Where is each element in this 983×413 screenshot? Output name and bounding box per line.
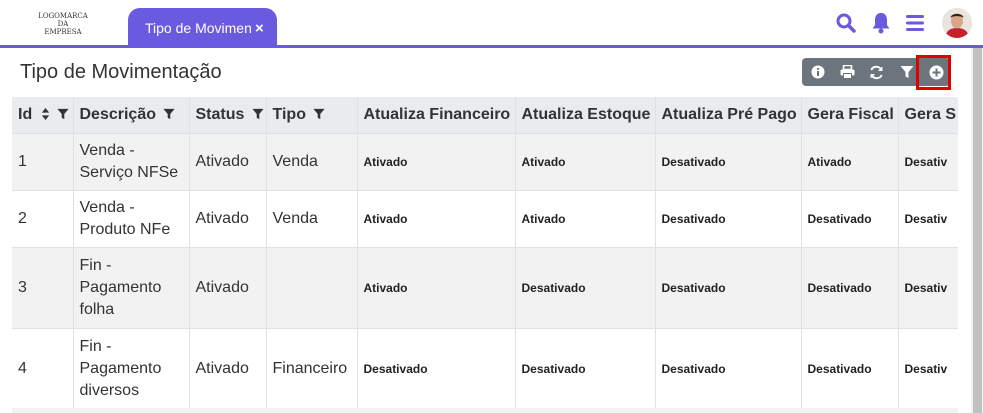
column-filter-icon[interactable] [163, 108, 176, 120]
column-header-descricao[interactable]: Descrição [73, 97, 190, 134]
column-header-atualiza-financeiro[interactable]: Atualiza Financeiro [357, 97, 516, 134]
cell-gera-s: Desativ [898, 247, 958, 329]
table-row[interactable]: 4 Fin - Pagamento diversos Ativado Finan… [12, 328, 958, 410]
cell-atualiza-pre-pago: Desativado [655, 328, 802, 410]
logo-line-1: LOGOMARCA [38, 12, 88, 20]
tab-label: Tipo de Movimentação [145, 20, 251, 36]
column-header-atualiza-pre-pago[interactable]: Atualiza Pré Pago [655, 97, 802, 134]
company-logo[interactable]: LOGOMARCA DA EMPRESA [28, 12, 98, 36]
cell-tipo: Venda [266, 190, 358, 248]
column-filter-icon[interactable] [252, 108, 264, 120]
table-row[interactable]: 1 Venda - Serviço NFSe Ativado Venda Ati… [12, 133, 958, 191]
print-button[interactable] [834, 58, 862, 86]
avatar[interactable] [942, 8, 972, 38]
column-header-tipo[interactable]: Tipo [266, 97, 358, 134]
cell-descricao: Fin - Pagamento folha [73, 247, 190, 329]
table-row-partial [12, 408, 958, 413]
table-row[interactable]: 2 Venda - Produto NFe Ativado Venda Ativ… [12, 190, 958, 248]
cell-gera-fiscal: Ativado [801, 133, 899, 191]
cell-status: Ativado [189, 328, 267, 410]
table-row[interactable]: 3 Fin - Pagamento folha Ativado Ativado … [12, 247, 958, 329]
cell-id: 2 [12, 190, 74, 248]
tab-close-icon[interactable]: × [255, 20, 264, 37]
tab-bar-underline [0, 45, 983, 48]
cell-gera-s: Desativ [898, 133, 958, 191]
cell-atualiza-financeiro: Ativado [357, 190, 516, 248]
cell-id: 4 [12, 328, 74, 410]
info-button[interactable] [804, 58, 832, 86]
cell-atualiza-estoque: Desativado [515, 247, 656, 329]
sort-icon[interactable] [41, 107, 50, 120]
cell-tipo: Financeiro [266, 328, 358, 410]
cell-atualiza-pre-pago: Desativado [655, 133, 802, 191]
cell-gera-fiscal: Desativado [801, 247, 899, 329]
cell-atualiza-financeiro: Ativado [357, 133, 516, 191]
cell-atualiza-estoque: Desativado [515, 328, 656, 410]
cell-gera-s: Desativ [898, 190, 958, 248]
cell-atualiza-pre-pago: Desativado [655, 190, 802, 248]
column-filter-icon[interactable] [57, 108, 69, 120]
cell-descricao: Venda - Serviço NFSe [73, 133, 190, 191]
cell-id: 3 [12, 247, 74, 329]
cell-tipo: Venda [266, 133, 358, 191]
column-filter-icon[interactable] [313, 108, 326, 120]
column-header-gera-fiscal[interactable]: Gera Fiscal [801, 97, 899, 134]
cell-status: Ativado [189, 247, 267, 329]
column-header-status[interactable]: Status [189, 97, 267, 134]
top-bar: LOGOMARCA DA EMPRESA Tipo de Movimentaçã… [0, 0, 983, 48]
tab-tipo-movimentacao[interactable]: Tipo de Movimentação × [128, 8, 277, 48]
info-icon [811, 65, 825, 79]
column-header-id[interactable]: Id [12, 97, 74, 134]
column-header-atualiza-estoque[interactable]: Atualiza Estoque [515, 97, 656, 134]
cell-tipo [266, 247, 358, 329]
cell-descricao: Fin - Pagamento diversos [73, 328, 190, 410]
refresh-button[interactable] [863, 58, 891, 86]
add-button-highlight [916, 55, 951, 90]
table-header-row: Id Descrição Status Tipo Atualiza Financ… [12, 97, 958, 134]
bell-icon[interactable] [870, 12, 892, 34]
cell-atualiza-financeiro: Desativado [357, 328, 516, 410]
refresh-icon [870, 65, 884, 79]
search-icon[interactable] [835, 12, 857, 34]
cell-status: Ativado [189, 133, 267, 191]
cell-atualiza-pre-pago: Desativado [655, 247, 802, 329]
cell-gera-fiscal: Desativado [801, 190, 899, 248]
cell-atualiza-estoque: Ativado [515, 133, 656, 191]
print-icon [840, 65, 855, 79]
movement-types-table: Id Descrição Status Tipo Atualiza Financ… [12, 97, 958, 413]
cell-descricao: Venda - Produto NFe [73, 190, 190, 248]
column-header-gera-s[interactable]: Gera S [898, 97, 958, 134]
filter-icon [900, 66, 914, 78]
cell-id: 1 [12, 133, 74, 191]
cell-atualiza-financeiro: Ativado [357, 247, 516, 329]
cell-status: Ativado [189, 190, 267, 248]
cell-atualiza-estoque: Ativado [515, 190, 656, 248]
logo-line-3: EMPRESA [44, 28, 82, 36]
menu-icon[interactable] [904, 12, 926, 34]
logo-line-2: DA [57, 20, 69, 28]
page-scrollbar-thumb[interactable] [973, 48, 982, 413]
cell-gera-s: Desativ [898, 328, 958, 410]
page-title: Tipo de Movimentação [20, 61, 222, 83]
cell-gera-fiscal: Desativado [801, 328, 899, 410]
